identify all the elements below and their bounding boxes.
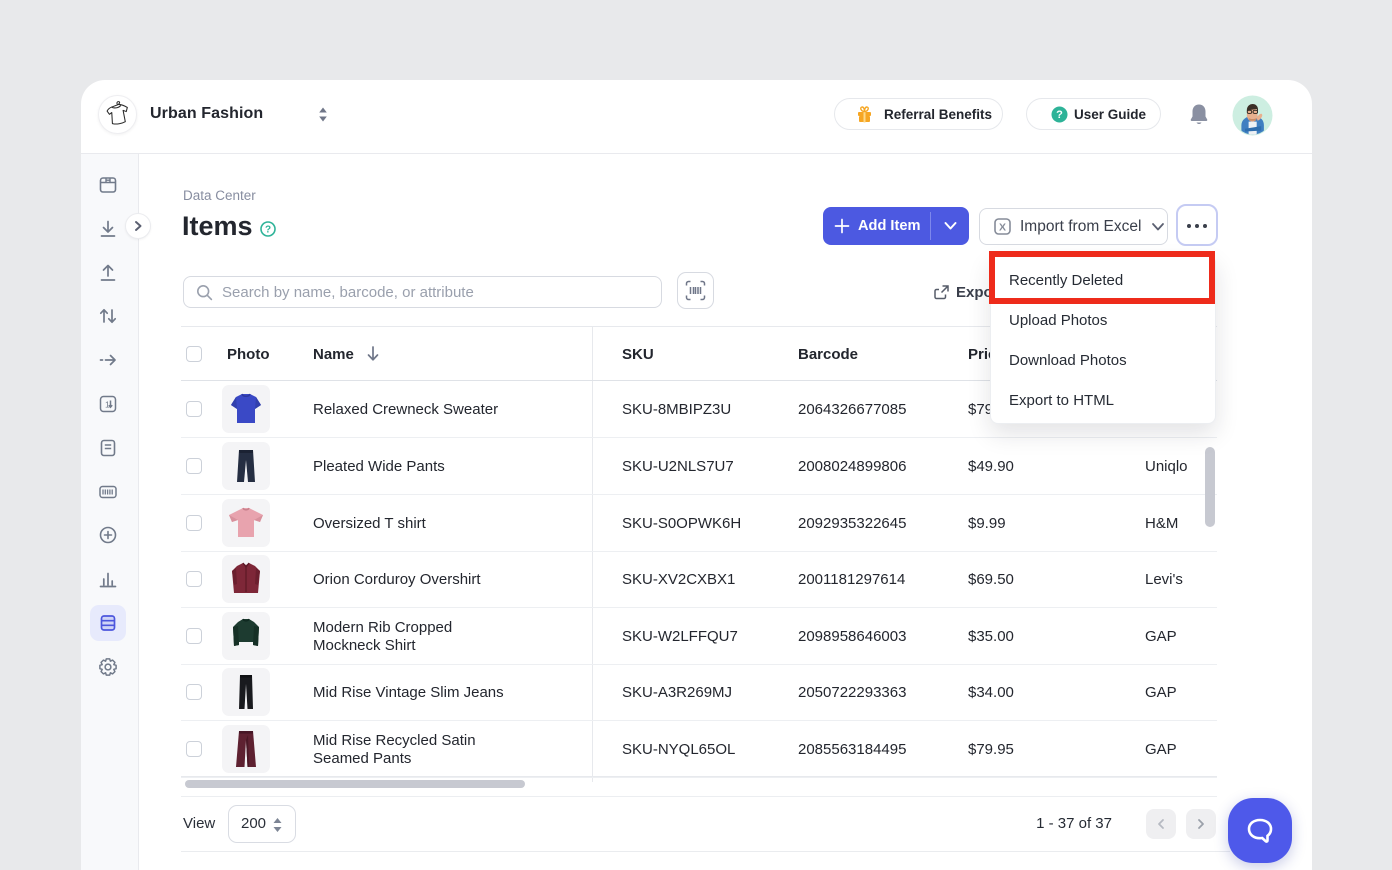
svg-text:?: ?	[265, 225, 271, 236]
svg-text:X: X	[999, 221, 1006, 233]
svg-text:?: ?	[1056, 109, 1063, 121]
svg-text:1: 1	[105, 400, 110, 410]
